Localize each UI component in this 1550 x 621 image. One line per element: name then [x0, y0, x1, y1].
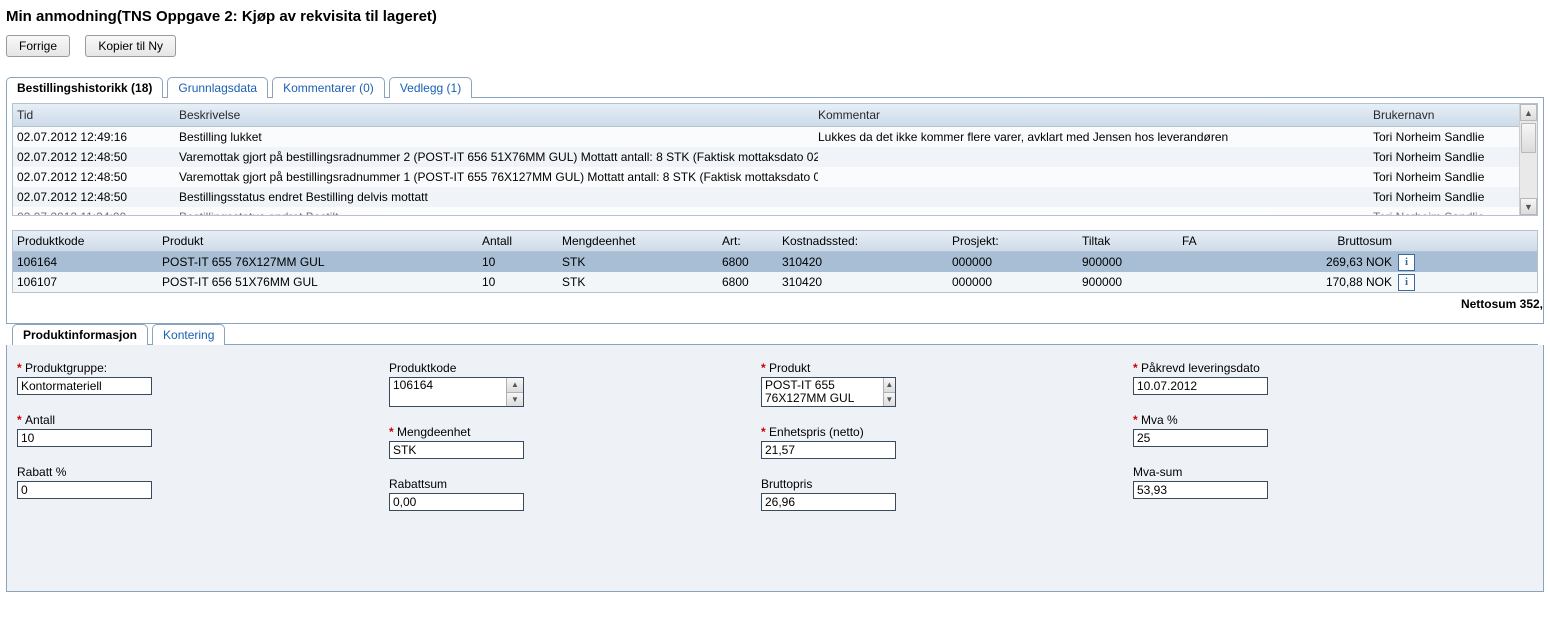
history-row[interactable]: 02.07.2012 11:34:00 Bestillingsstatus en… [13, 207, 1537, 215]
info-icon[interactable]: i [1398, 274, 1415, 291]
history-row[interactable]: 02.07.2012 12:48:50 Varemottak gjort på … [13, 167, 1537, 187]
label-vat-pct: Mva % [1133, 413, 1505, 427]
tab-order-history[interactable]: Bestillingshistorikk (18) [6, 77, 163, 98]
col-product: Produkt [162, 234, 482, 248]
info-icon[interactable]: i [1398, 254, 1415, 271]
col-unit: Mengdeenhet [562, 234, 722, 248]
qty-input[interactable] [17, 429, 152, 447]
col-project: Prosjekt: [952, 234, 1082, 248]
product-row[interactable]: 106164 POST-IT 655 76X127MM GUL 10 STK 6… [13, 252, 1537, 272]
page-title: Min anmodning(TNS Oppgave 2: Kjøp av rek… [6, 8, 1544, 25]
col-product-code: Produktkode [17, 234, 162, 248]
label-delivery-date: Påkrevd leveringsdato [1133, 361, 1505, 375]
col-art: Art: [722, 234, 782, 248]
scroll-thumb[interactable] [1521, 123, 1536, 153]
unit-price-input[interactable] [761, 441, 896, 459]
top-tabs: Bestillingshistorikk (18) Grunnlagsdata … [6, 77, 1544, 98]
product-code-stepper[interactable]: 106164 ▲ ▼ [389, 377, 524, 407]
previous-button[interactable]: Forrige [6, 35, 70, 57]
col-gross: Bruttosum [1312, 234, 1398, 248]
label-product-code: Produktkode [389, 361, 761, 375]
net-sum: Nettosum 352, [7, 297, 1543, 311]
tab-comments[interactable]: Kommentarer (0) [272, 77, 385, 98]
col-time: Tid [17, 108, 179, 122]
chevron-up-icon[interactable]: ▲ [507, 378, 523, 393]
label-unit-price: Enhetspris (netto) [761, 425, 1133, 439]
products-header: Produktkode Produkt Antall Mengdeenhet A… [13, 231, 1537, 252]
chevron-up-icon[interactable]: ▲ [884, 378, 895, 393]
history-header: Tid Beskrivelse Kommentar Brukernavn [13, 104, 1537, 127]
toolbar: Forrige Kopier til Ny [6, 35, 1544, 57]
discount-sum-input[interactable] [389, 493, 524, 511]
top-panel: Tid Beskrivelse Kommentar Brukernavn 02.… [6, 98, 1544, 324]
tab-accounting[interactable]: Kontering [152, 324, 225, 345]
product-group-input[interactable] [17, 377, 152, 395]
products-table: Produktkode Produkt Antall Mengdeenhet A… [12, 230, 1538, 293]
product-stepper[interactable]: POST-IT 655 76X127MM GUL ▲ ▼ [761, 377, 896, 407]
col-fa: FA [1182, 234, 1312, 248]
label-discount-sum: Rabattsum [389, 477, 761, 491]
col-username: Brukernavn [1373, 108, 1533, 122]
scroll-up-icon[interactable]: ▲ [1520, 104, 1537, 121]
vat-pct-input[interactable] [1133, 429, 1268, 447]
history-row[interactable]: 02.07.2012 12:48:50 Bestillingsstatus en… [13, 187, 1537, 207]
label-qty: Antall [17, 413, 389, 427]
history-scrollbar[interactable]: ▲ ▼ [1519, 104, 1537, 215]
scroll-down-icon[interactable]: ▼ [1520, 198, 1537, 215]
history-body: 02.07.2012 12:49:16 Bestilling lukket Lu… [13, 127, 1537, 215]
label-product-group: Produktgruppe: [17, 361, 389, 375]
product-row[interactable]: 106107 POST-IT 656 51X76MM GUL 10 STK 68… [13, 272, 1537, 292]
label-discount-pct: Rabatt % [17, 465, 389, 479]
product-info-form: Produktgruppe: Antall Rabatt % Produktko… [6, 345, 1544, 592]
discount-pct-input[interactable] [17, 481, 152, 499]
label-gross-price: Bruttopris [761, 477, 1133, 491]
chevron-down-icon[interactable]: ▼ [507, 393, 523, 407]
chevron-down-icon[interactable]: ▼ [884, 393, 895, 407]
vat-sum-input[interactable] [1133, 481, 1268, 499]
tab-attachments[interactable]: Vedlegg (1) [389, 77, 472, 98]
history-row[interactable]: 02.07.2012 12:49:16 Bestilling lukket Lu… [13, 127, 1537, 147]
label-product: Produkt [761, 361, 1133, 375]
copy-to-new-button[interactable]: Kopier til Ny [85, 35, 176, 57]
detail-tabs: Produktinformasjon Kontering [12, 324, 1538, 345]
history-row[interactable]: 02.07.2012 12:48:50 Varemottak gjort på … [13, 147, 1537, 167]
col-comment: Kommentar [818, 108, 1373, 122]
col-costcenter: Kostnadssted: [782, 234, 952, 248]
col-tiltak: Tiltak [1082, 234, 1182, 248]
gross-price-input[interactable] [761, 493, 896, 511]
label-unit: Mengdeenhet [389, 425, 761, 439]
delivery-date-input[interactable] [1133, 377, 1268, 395]
col-qty: Antall [482, 234, 562, 248]
unit-input[interactable] [389, 441, 524, 459]
tab-product-info[interactable]: Produktinformasjon [12, 324, 148, 345]
col-description: Beskrivelse [179, 108, 818, 122]
label-vat-sum: Mva-sum [1133, 465, 1505, 479]
tab-basis-data[interactable]: Grunnlagsdata [167, 77, 268, 98]
